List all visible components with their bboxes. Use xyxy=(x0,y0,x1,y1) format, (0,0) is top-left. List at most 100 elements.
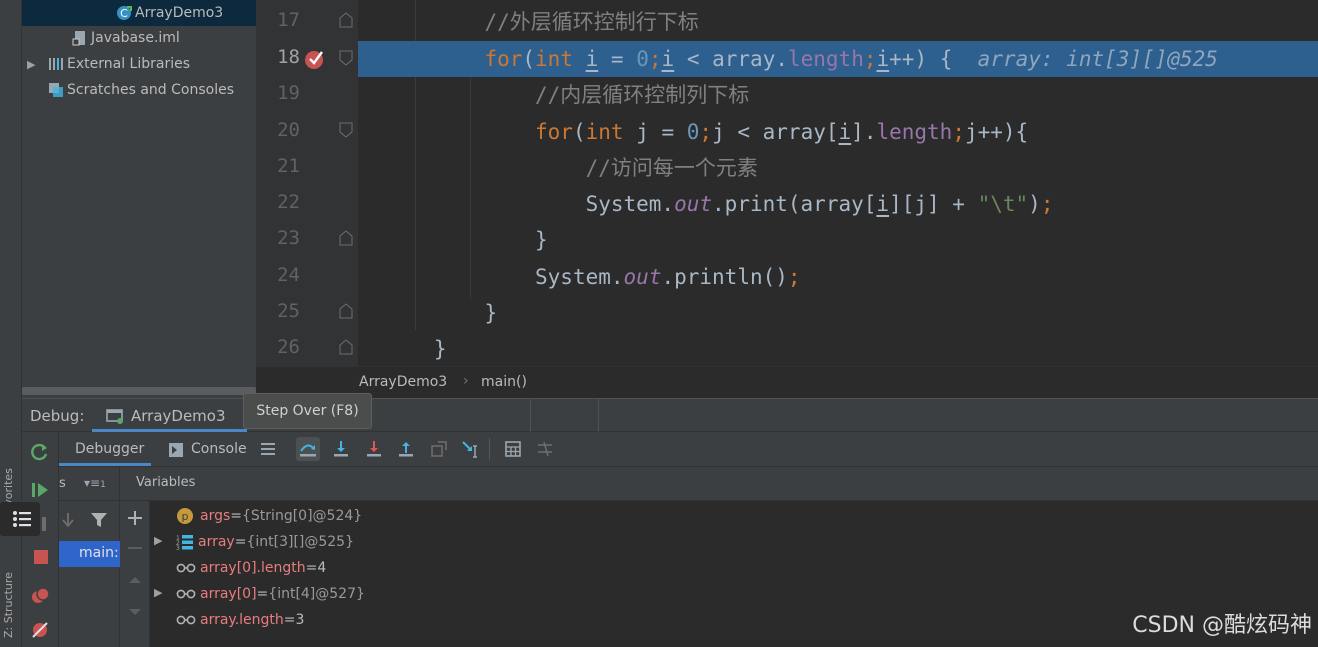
parameter-icon: p xyxy=(177,508,193,524)
fold-marker-icon[interactable] xyxy=(339,122,353,138)
breadcrumb-method[interactable]: main() xyxy=(481,374,527,390)
variables-tabbar: Variables xyxy=(120,467,1318,501)
svg-text:C: C xyxy=(120,7,128,20)
debug-toolbar: Debugger Console xyxy=(22,432,1318,467)
watch-row-array-length[interactable]: array.length = 3 xyxy=(150,607,304,633)
code-line-24: System.out.println(); xyxy=(535,265,801,289)
breadcrumb-separator-icon: › xyxy=(463,373,469,389)
remove-watch-icon[interactable] xyxy=(126,539,144,557)
frames-tab[interactable]: s xyxy=(59,476,66,491)
step-over-button[interactable] xyxy=(296,437,320,461)
variable-row-args[interactable]: p args = {String[0]@524} xyxy=(150,503,362,529)
fold-marker-icon[interactable] xyxy=(339,50,353,66)
step-over-tooltip: Step Over (F8) xyxy=(243,393,372,429)
debug-session-tab[interactable]: ArrayDemo3 xyxy=(92,399,247,432)
layout-settings-button[interactable] xyxy=(0,502,40,536)
watch-row-array0[interactable]: ▶ array[0] = {int[4]@527} xyxy=(150,581,365,607)
step-into-button[interactable] xyxy=(329,437,353,461)
frame-item-main[interactable]: main: xyxy=(59,541,120,567)
filter-icon[interactable] xyxy=(90,511,108,529)
step-out-icon xyxy=(399,442,413,457)
code-line-18-execution-point: for(int i = 0;i < array.length;i++) { ar… xyxy=(358,41,1318,77)
run-to-cursor-icon xyxy=(462,441,477,458)
force-step-into-icon xyxy=(367,441,381,457)
tree-item-label: Javabase.iml xyxy=(91,30,180,46)
calculator-icon xyxy=(505,441,521,457)
fold-marker-icon[interactable] xyxy=(339,339,353,355)
arrow-down-icon[interactable] xyxy=(60,511,76,529)
move-up-icon[interactable] xyxy=(126,573,144,587)
fold-marker-icon[interactable] xyxy=(339,12,353,28)
rerun-button[interactable] xyxy=(30,442,50,466)
rerun-icon xyxy=(31,443,48,461)
stop-icon xyxy=(34,550,48,564)
add-watch-icon[interactable] xyxy=(126,509,144,527)
scratches-icon xyxy=(49,83,63,97)
project-tree-panel: C ArrayDemo3 Javabase.iml ▶ External Lib… xyxy=(22,0,256,398)
editor-gutter: 17 18 19 20 21 22 23 24 25 26 xyxy=(256,0,358,366)
step-over-icon xyxy=(300,444,316,457)
watermark: CSDN @酷炫码神 xyxy=(1132,613,1312,638)
breakpoint-icon[interactable] xyxy=(303,47,327,71)
variables-tab[interactable]: Variables xyxy=(136,475,195,490)
structure-side-tab[interactable]: Z: Structure xyxy=(2,572,15,638)
watch-glasses-icon xyxy=(176,615,196,625)
code-line-19: //内层循环控制列下标 xyxy=(535,83,750,107)
code-line-20: for(int j = 0;j < array[i].length;j++){ xyxy=(535,120,1029,144)
line-number: 21 xyxy=(277,155,300,177)
expand-arrow-icon[interactable]: ▶ xyxy=(27,58,35,71)
expand-arrow-icon[interactable]: ▶ xyxy=(154,586,162,599)
fold-marker-icon[interactable] xyxy=(339,303,353,319)
tree-item-arraydemo3[interactable]: C ArrayDemo3 xyxy=(22,0,256,26)
variables-tool-column xyxy=(120,501,150,647)
list-icon xyxy=(13,511,31,527)
frames-tabbar: s ▾≡1 xyxy=(59,467,120,501)
breadcrumb-class[interactable]: ArrayDemo3 xyxy=(359,374,447,390)
run-to-cursor-button[interactable] xyxy=(459,437,483,461)
project-horizontal-scrollbar[interactable] xyxy=(22,387,256,395)
line-number: 25 xyxy=(277,300,300,322)
watch-row-array0-length[interactable]: array[0].length = 4 xyxy=(150,555,326,581)
step-out-button[interactable] xyxy=(394,437,418,461)
threads-dropdown-icon[interactable]: ▾≡1 xyxy=(84,476,106,490)
toolbar-divider xyxy=(489,438,490,460)
variable-row-array[interactable]: ▶ 123 array = {int[3][]@525} xyxy=(150,529,354,555)
line-number: 24 xyxy=(277,264,300,286)
stream-trace-icon xyxy=(538,441,552,457)
tab-debugger[interactable]: Debugger xyxy=(59,432,151,466)
watch-glasses-icon xyxy=(176,563,196,573)
step-into-icon xyxy=(334,441,348,457)
evaluate-expression-button[interactable] xyxy=(501,437,525,461)
divider xyxy=(530,399,531,432)
trace-stream-button[interactable] xyxy=(533,437,557,461)
inline-debug-value: array: int[3][]@525 xyxy=(977,47,1218,71)
tree-item-label: Scratches and Consoles xyxy=(67,82,234,98)
code-editor[interactable]: //外层循环控制行下标 for(int i = 0;i < array.leng… xyxy=(358,0,1318,366)
layout-menu-button[interactable] xyxy=(256,437,280,461)
force-step-into-button[interactable] xyxy=(362,437,386,461)
tree-item-scratches[interactable]: Scratches and Consoles xyxy=(22,77,256,103)
tree-item-javabase-iml[interactable]: Javabase.iml xyxy=(22,25,256,51)
mute-breakpoints-button[interactable] xyxy=(30,620,50,644)
tree-item-external-libraries[interactable]: ▶ External Libraries xyxy=(22,51,256,77)
drop-frame-icon xyxy=(431,441,447,457)
resume-program-button[interactable] xyxy=(30,480,50,504)
watch-glasses-icon xyxy=(176,589,196,599)
line-number: 20 xyxy=(277,119,300,141)
tab-console[interactable]: Console xyxy=(166,432,254,466)
breakpoints-icon xyxy=(32,587,50,603)
view-breakpoints-button[interactable] xyxy=(30,586,50,610)
fold-marker-icon[interactable] xyxy=(339,230,353,246)
line-number: 19 xyxy=(277,82,300,104)
line-number-current: 18 xyxy=(277,46,300,68)
drop-frame-button[interactable] xyxy=(427,437,451,461)
tree-item-label: ArrayDemo3 xyxy=(135,5,224,21)
stop-button[interactable] xyxy=(32,548,50,570)
java-class-icon: C xyxy=(117,6,132,20)
code-line-21: //访问每一个元素 xyxy=(585,156,758,180)
session-window-icon xyxy=(106,409,123,424)
console-icon xyxy=(169,443,183,457)
tree-item-label: External Libraries xyxy=(67,56,190,72)
move-down-icon[interactable] xyxy=(126,605,144,619)
expand-arrow-icon[interactable]: ▶ xyxy=(154,534,162,547)
